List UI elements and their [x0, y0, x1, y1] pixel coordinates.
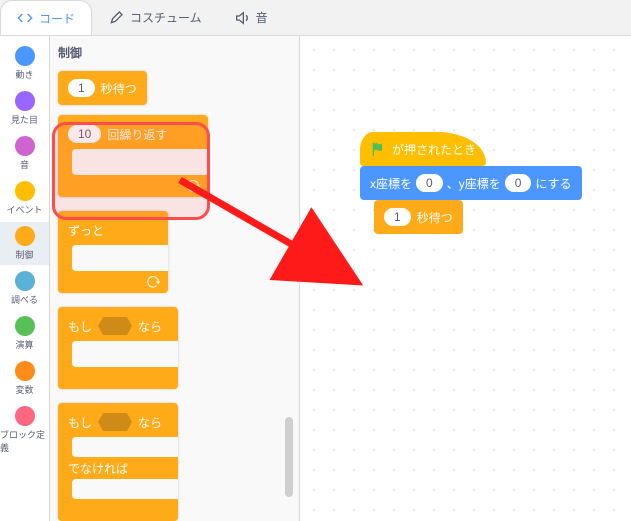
category-myblocks[interactable]: ブロック定義 [0, 402, 49, 458]
script-workspace[interactable]: が押されたとき x座標を 0 、y座標を 0 にする 1 秒待つ [300, 36, 631, 521]
repeat-input[interactable]: 10 [68, 125, 101, 143]
category-events[interactable]: イベント [0, 177, 49, 220]
category-operators[interactable]: 演算 [0, 312, 49, 355]
green-flag-icon [370, 141, 386, 157]
tab-costumes[interactable]: コスチューム [92, 0, 218, 35]
tab-sounds[interactable]: 音 [218, 0, 284, 35]
block-if[interactable]: もし なら [58, 307, 178, 389]
forever-label: ずっと [68, 222, 104, 239]
loop-arrow-icon [186, 179, 200, 193]
if-suffix: なら [138, 318, 162, 335]
hat-label: が押されたとき [392, 141, 476, 158]
block-goto-xy[interactable]: x座標を 0 、y座標を 0 にする [360, 166, 582, 200]
palette-title: 制御 [58, 44, 291, 61]
tab-label: コスチューム [130, 9, 202, 26]
brush-icon [108, 10, 124, 26]
repeat-label: 回繰り返す [107, 126, 167, 143]
block-palette: 制御 1 秒待つ 10 回繰り返す ずっと [50, 36, 300, 521]
category-sound[interactable]: 音 [0, 132, 49, 175]
ifelse-mid: なら [138, 414, 162, 431]
goto-y-input[interactable]: 0 [505, 174, 532, 192]
block-wait[interactable]: 1 秒待つ [58, 71, 147, 105]
cat-label: ブロック定義 [0, 428, 49, 454]
wait-input[interactable]: 1 [384, 208, 411, 226]
cat-label: 演算 [15, 338, 33, 351]
goto-p2: 、y座標を [447, 175, 501, 192]
category-list: 動き 見た目 音 イベント 制御 調べる 演算 変数 ブロック定義 [0, 36, 50, 521]
tab-code[interactable]: コード [0, 0, 92, 35]
loop-arrow-icon [146, 275, 160, 289]
goto-p1: x座標を [370, 175, 412, 192]
cat-label: イベント [6, 203, 42, 216]
cat-label: 調べる [11, 293, 38, 306]
goto-p3: にする [535, 175, 571, 192]
tab-label: 音 [256, 9, 268, 26]
goto-x-input[interactable]: 0 [416, 174, 443, 192]
tab-label: コード [39, 10, 75, 27]
editor-tabs: コード コスチューム 音 [0, 0, 631, 36]
boolean-slot[interactable] [98, 317, 132, 335]
cat-label: 音 [20, 158, 29, 171]
block-wait-ws[interactable]: 1 秒待つ [374, 200, 463, 234]
script-stack: が押されたとき x座標を 0 、y座標を 0 にする 1 秒待つ [360, 132, 582, 234]
ifelse-prefix: もし [68, 414, 92, 431]
category-sensing[interactable]: 調べる [0, 267, 49, 310]
cat-label: 動き [15, 68, 33, 81]
palette-scrollbar[interactable] [285, 417, 293, 497]
cat-label: 見た目 [11, 113, 38, 126]
wait-label: 秒待つ [101, 80, 137, 97]
boolean-slot[interactable] [98, 413, 132, 431]
ifelse-else: でなければ [68, 460, 128, 477]
code-icon [17, 10, 33, 26]
block-repeat[interactable]: 10 回繰り返す [58, 115, 208, 197]
block-if-else[interactable]: もし なら でなければ [58, 403, 178, 521]
category-variables[interactable]: 変数 [0, 357, 49, 400]
block-when-flag-clicked[interactable]: が押されたとき [360, 132, 486, 166]
category-control[interactable]: 制御 [0, 222, 49, 265]
category-looks[interactable]: 見た目 [0, 87, 49, 130]
cat-label: 制御 [15, 248, 33, 261]
cat-label: 変数 [15, 383, 33, 396]
wait-label: 秒待つ [417, 209, 453, 226]
wait-input[interactable]: 1 [68, 79, 95, 97]
block-forever[interactable]: ずっと [58, 211, 168, 293]
category-motion[interactable]: 動き [0, 42, 49, 85]
if-prefix: もし [68, 318, 92, 335]
sound-icon [234, 10, 250, 26]
